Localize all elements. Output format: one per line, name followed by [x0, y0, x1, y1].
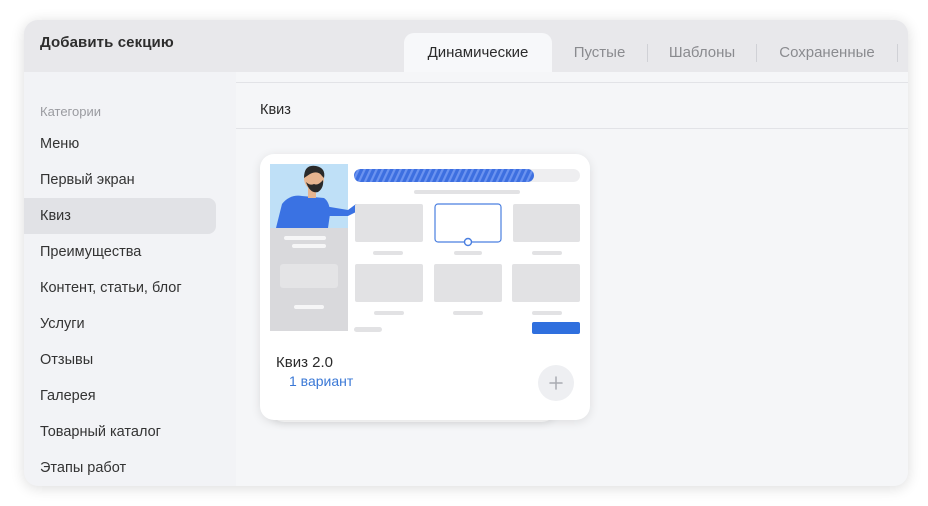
sidebar-item-services[interactable]: Услуги: [24, 306, 216, 342]
quiz-preview-thumbnail: [270, 164, 580, 334]
sidebar-item-gallery[interactable]: Галерея: [24, 378, 216, 414]
divider: [236, 128, 908, 129]
tabs-bar: Динамические Пустые Шаблоны Сохраненные: [404, 33, 898, 72]
divider: [236, 82, 908, 83]
tab-templates[interactable]: Шаблоны: [648, 33, 756, 72]
tab-dynamic[interactable]: Динамические: [404, 33, 552, 72]
card-title: Квиз 2.0: [276, 354, 333, 371]
sidebar-item-menu[interactable]: Меню: [24, 126, 216, 162]
section-card-quiz[interactable]: Квиз 2.0 1 вариант: [260, 154, 590, 420]
sidebar-item-work-stages[interactable]: Этапы работ: [24, 450, 216, 486]
categories-heading: Категории: [40, 104, 101, 119]
sidebar-item-catalog[interactable]: Товарный каталог: [24, 414, 216, 450]
plus-icon: [549, 376, 563, 390]
tab-saved[interactable]: Сохраненные: [757, 33, 897, 72]
add-section-dialog: Добавить секцию Динамические Пустые Шабл…: [24, 20, 908, 486]
sidebar-item-advantages[interactable]: Преимущества: [24, 234, 216, 270]
dialog-title: Добавить секцию: [40, 34, 174, 51]
categories-sidebar: Категории Меню Первый экран Квиз Преимущ…: [24, 72, 236, 486]
sections-panel: Квиз Квиз 2.0 1 вариант: [236, 72, 908, 486]
add-section-button[interactable]: [538, 365, 574, 401]
tab-separator: [897, 43, 898, 62]
sidebar-item-reviews[interactable]: Отзывы: [24, 342, 216, 378]
sidebar-item-quiz[interactable]: Квиз: [24, 198, 216, 234]
sidebar-item-first-screen[interactable]: Первый экран: [24, 162, 216, 198]
tab-empty[interactable]: Пустые: [552, 33, 647, 72]
section-heading: Квиз: [260, 102, 291, 118]
sidebar-item-content-blog[interactable]: Контент, статьи, блог: [24, 270, 216, 306]
dialog-header: Добавить секцию Динамические Пустые Шабл…: [24, 20, 908, 72]
card-variant-link[interactable]: 1 вариант: [289, 373, 353, 389]
